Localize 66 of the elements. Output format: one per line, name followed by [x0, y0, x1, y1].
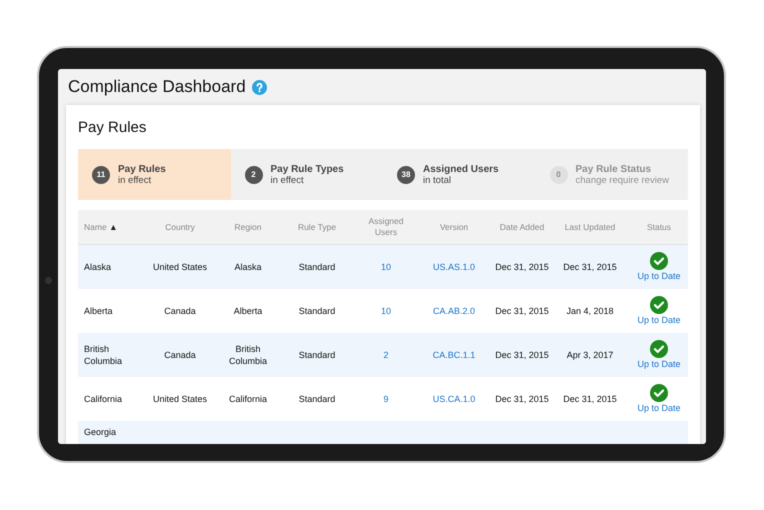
date-added-cell: Dec 31, 2015 — [495, 261, 549, 273]
count-badge: 11 — [92, 166, 110, 184]
status-link[interactable]: Up to Date — [637, 403, 681, 414]
count-badge: 2 — [244, 166, 262, 184]
summary-sublabel: in effect — [270, 174, 305, 186]
help-icon[interactable] — [252, 80, 267, 94]
region-cell: Alberta — [234, 305, 262, 317]
status-link[interactable]: Up to Date — [637, 271, 681, 282]
assigned-users-link[interactable]: 10 — [380, 305, 391, 317]
summary-label: Assigned Users — [423, 164, 499, 174]
last-updated-cell: Jan 4, 2018 — [566, 305, 614, 317]
assigned-users-link[interactable]: 10 — [380, 261, 391, 273]
rule-type-cell: Standard — [298, 261, 336, 273]
version-link[interactable]: US.CA.1.0 — [432, 393, 476, 405]
check-circle-icon — [650, 252, 668, 270]
country-cell: United States — [152, 393, 208, 405]
name-cell: Alaska — [84, 261, 112, 273]
summary-sublabel: in effect — [118, 174, 152, 186]
name-cell: Alberta — [84, 305, 113, 317]
column-header[interactable]: Region — [234, 222, 262, 232]
region-cell: Alaska — [234, 261, 262, 273]
summary-label: Pay Rule Status — [576, 164, 652, 174]
column-header[interactable]: Last Updated — [564, 222, 616, 232]
name-cell-text: British Columbia — [84, 343, 124, 367]
version-link[interactable]: CA.BC.1.1 — [432, 349, 476, 361]
column-header[interactable]: Date Added — [500, 222, 544, 232]
check-circle-icon — [650, 340, 668, 358]
date-added-cell: Dec 31, 2015 — [495, 349, 549, 361]
last-updated-cell: Apr 3, 2017 — [566, 349, 614, 361]
region-cell: California — [228, 393, 268, 405]
country-cell: Canada — [164, 305, 196, 317]
rule-type-cell: Standard — [298, 393, 336, 405]
last-updated-cell: Dec 31, 2015 — [563, 393, 617, 405]
summary-tab[interactable]: 11 Pay Rules in effect — [78, 149, 230, 200]
summary-sublabel: in total — [423, 174, 452, 186]
column-header[interactable]: Status — [646, 222, 672, 232]
page-title: Compliance Dashboard — [68, 76, 246, 98]
version-link[interactable]: CA.AB.2.0 — [432, 305, 476, 317]
count-badge: 0 — [550, 166, 568, 184]
date-added-cell: Dec 31, 2015 — [495, 305, 549, 317]
check-circle-icon — [650, 384, 668, 402]
last-updated-cell: Dec 31, 2015 — [563, 261, 617, 273]
country-cell: Canada — [164, 349, 196, 361]
section-title: Pay Rules — [78, 118, 148, 138]
column-header[interactable]: Country — [165, 222, 195, 232]
column-header[interactable]: Version — [440, 222, 468, 232]
column-header[interactable]: Rule Type — [298, 222, 336, 232]
region-cell-text: British Columbia — [228, 343, 268, 367]
summary-label: Pay Rules — [118, 164, 166, 174]
count-badge: 38 — [397, 166, 415, 184]
column-header[interactable]: Assigned Users — [358, 216, 414, 238]
rule-type-cell: Standard — [298, 305, 336, 317]
summary-sublabel: change require review — [576, 174, 669, 186]
column-header[interactable]: Name ▲ — [84, 222, 118, 232]
date-added-cell: Dec 31, 2015 — [495, 393, 549, 405]
status-link[interactable]: Up to Date — [637, 359, 681, 370]
status-link[interactable]: Up to Date — [637, 315, 681, 326]
name-cell: Georgia — [84, 426, 116, 438]
summary-label: Pay Rule Types — [270, 164, 344, 174]
assigned-users-link[interactable]: 9 — [383, 393, 388, 405]
name-cell: California — [84, 393, 122, 405]
country-cell: United States — [152, 261, 208, 273]
assigned-users-link[interactable]: 2 — [383, 349, 388, 361]
version-link[interactable]: US.AS.1.0 — [432, 261, 476, 273]
rule-type-cell: Standard — [298, 349, 336, 361]
check-circle-icon — [650, 296, 668, 314]
